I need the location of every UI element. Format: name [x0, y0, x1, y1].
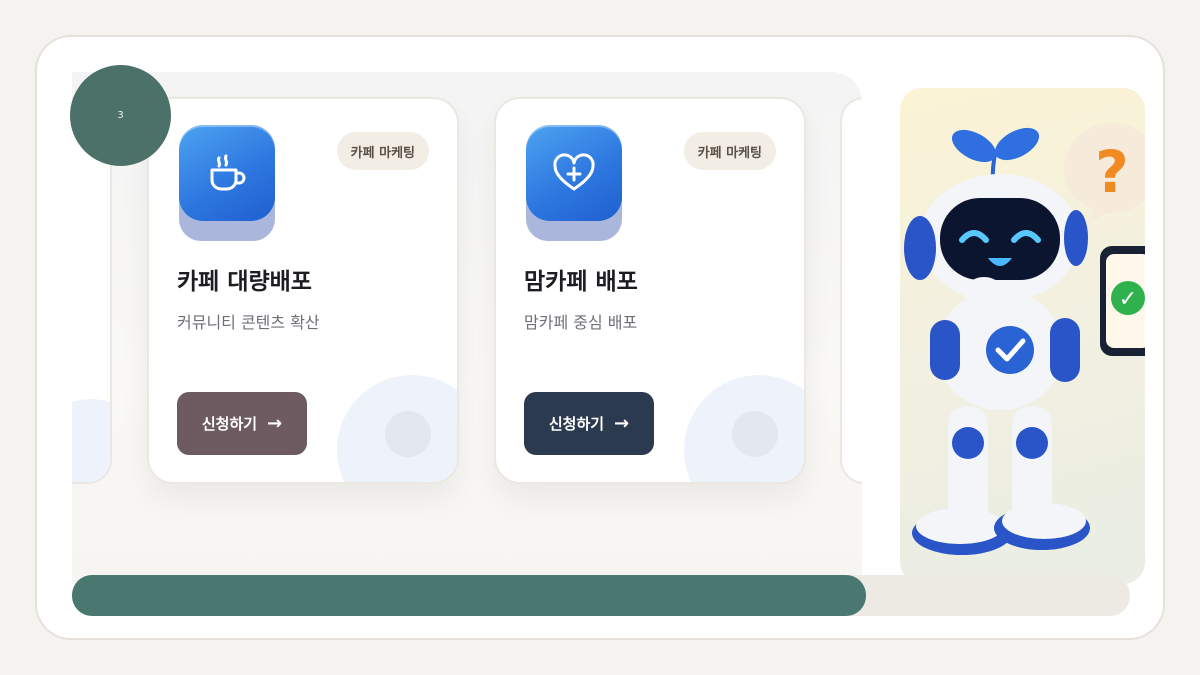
- heart-plus-icon: [526, 125, 622, 221]
- step-number-badge: 3: [70, 65, 171, 166]
- step-number: 3: [117, 110, 124, 121]
- robot-mascot-illustration: ? ✓: [900, 88, 1145, 584]
- service-card[interactable]: 카페 마케팅 카페 대량배포 커뮤니티 콘텐츠 확산 신청하기 →: [147, 97, 459, 484]
- decorative-circle: [337, 375, 457, 482]
- apply-button[interactable]: 신청하기 →: [177, 392, 307, 455]
- card-description: 맘카페 중심 배포: [524, 313, 638, 332]
- apply-button-label: 신청하기: [548, 415, 605, 433]
- card-partial-right[interactable]: [840, 97, 862, 484]
- arrow-right-icon: →: [614, 413, 630, 434]
- arrow-right-icon: →: [267, 413, 283, 434]
- decorative-circle: [684, 375, 804, 482]
- card-carousel[interactable]: 카페 마케팅 카페 대량배포 커뮤니티 콘텐츠 확산 신청하기 → 카페 마케팅…: [72, 72, 862, 584]
- robot-mascot-icon: ? ✓: [904, 123, 1145, 555]
- category-tag: 카페 마케팅: [683, 132, 776, 170]
- progress-bar-fill: [72, 575, 866, 616]
- card-title: 카페 대량배포: [177, 269, 312, 295]
- coffee-cup-icon: [179, 125, 275, 221]
- card-description: 커뮤니티 콘텐츠 확산: [177, 313, 320, 332]
- question-mark-icon: ?: [1095, 138, 1129, 206]
- progress-bar: [72, 575, 1130, 616]
- service-card[interactable]: 카페 마케팅 맘카페 배포 맘카페 중심 배포 신청하기 →: [494, 97, 806, 484]
- apply-button[interactable]: 신청하기 →: [524, 392, 654, 455]
- apply-button-label: 신청하기: [201, 415, 258, 433]
- category-tag: 카페 마케팅: [336, 132, 429, 170]
- check-icon: ✓: [1119, 287, 1137, 312]
- card-title: 맘카페 배포: [524, 269, 638, 295]
